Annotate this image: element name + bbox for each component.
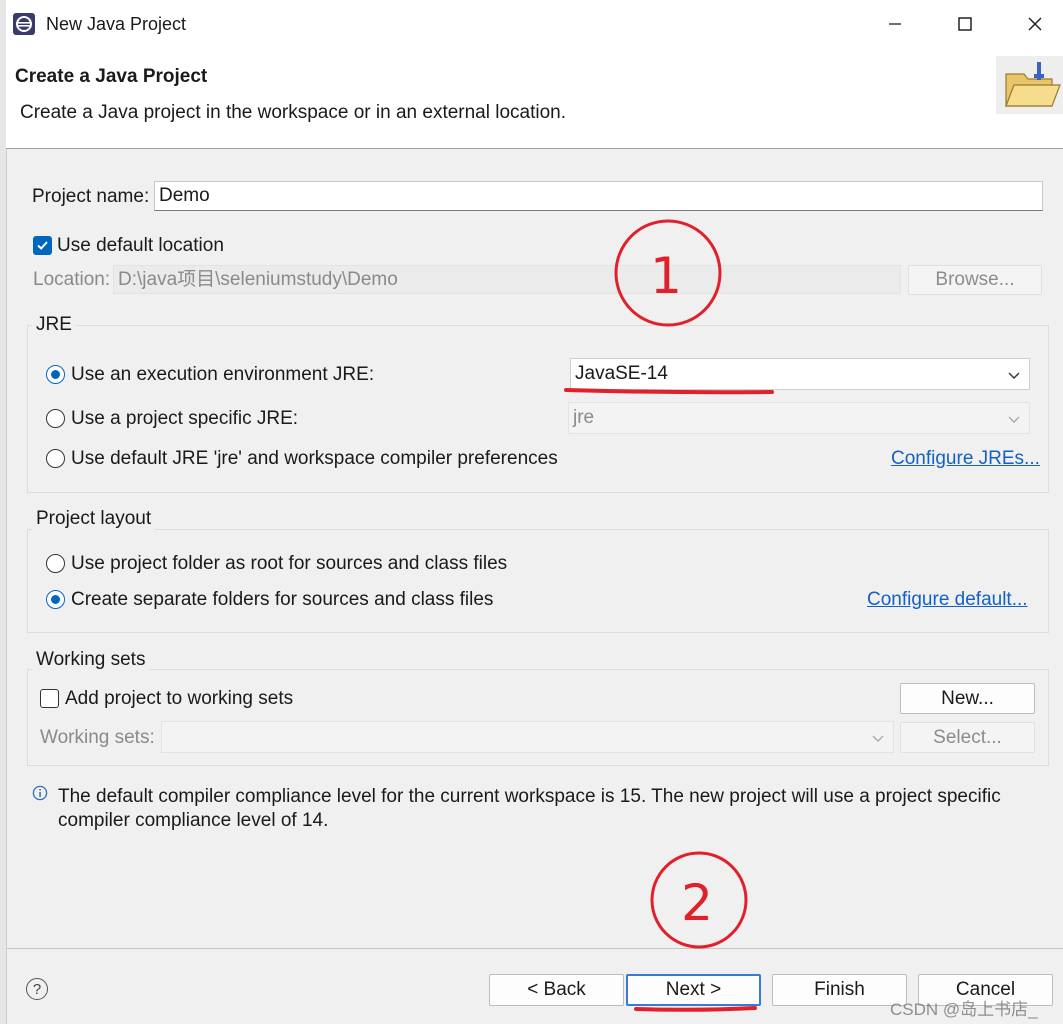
default-jre-label: Use default JRE 'jre' and workspace comp…	[71, 448, 558, 469]
layout-separate-radio[interactable]	[46, 590, 65, 609]
layout-separate-label: Create separate folders for sources and …	[71, 589, 494, 610]
configure-jres-link[interactable]: Configure JREs...	[891, 448, 1040, 470]
layout-root-radio[interactable]	[46, 554, 65, 573]
annotation-underline-next	[634, 1006, 757, 1012]
back-button[interactable]: < Back	[489, 974, 624, 1006]
help-icon: ?	[32, 980, 42, 998]
exec-env-combo[interactable]: JavaSE-14	[570, 358, 1030, 390]
exec-env-radio[interactable]	[46, 365, 65, 384]
wizard-banner-image	[996, 56, 1063, 114]
annotation-overlay: 1 2	[564, 219, 774, 1012]
chevron-down-icon	[872, 735, 884, 742]
wizard-description: Create a Java project in the workspace o…	[20, 102, 567, 123]
layout-root-label: Use project folder as root for sources a…	[71, 553, 508, 574]
location-input[interactable]: D:\java项目\seleniumstudy\Demo	[113, 265, 901, 294]
close-icon	[1028, 17, 1042, 31]
project-name-input[interactable]: Demo	[154, 181, 1043, 211]
annotation-label-2: 2	[681, 874, 713, 932]
info-message-line-2: compiler compliance level of 14.	[58, 810, 329, 831]
window-left-edge	[0, 0, 7, 1024]
select-working-sets-button[interactable]: Select...	[900, 722, 1035, 753]
working-sets-group-label: Working sets	[32, 649, 150, 671]
close-button[interactable]	[1010, 6, 1060, 42]
exec-env-label: Use an execution environment JRE:	[71, 364, 375, 385]
new-working-set-button[interactable]: New...	[900, 683, 1035, 714]
finish-button[interactable]: Finish	[772, 974, 907, 1006]
chevron-down-icon	[1008, 372, 1020, 379]
exec-env-combo-value: JavaSE-14	[575, 363, 668, 384]
eclipse-app-icon	[13, 13, 35, 35]
add-to-working-sets-label: Add project to working sets	[65, 688, 294, 709]
location-label: Location:	[33, 269, 111, 290]
chevron-down-icon	[1008, 416, 1020, 423]
wizard-banner	[6, 48, 1063, 149]
project-specific-jre-combo-value: jre	[573, 407, 595, 428]
minimize-icon	[889, 23, 901, 25]
project-name-label: Project name:	[32, 186, 150, 207]
info-icon	[32, 785, 48, 801]
maximize-button[interactable]	[940, 6, 990, 42]
use-default-location-checkbox[interactable]	[33, 236, 52, 255]
project-layout-group-label: Project layout	[32, 508, 156, 530]
footer-separator	[6, 948, 1063, 949]
maximize-icon	[958, 17, 972, 31]
info-message-line-1: The default compiler compliance level fo…	[58, 786, 1001, 807]
project-specific-jre-radio[interactable]	[46, 409, 65, 428]
working-sets-combo[interactable]	[161, 721, 894, 753]
minimize-button[interactable]	[870, 6, 920, 42]
working-sets-label: Working sets:	[40, 727, 155, 748]
project-specific-jre-label: Use a project specific JRE:	[71, 408, 299, 429]
watermark: CSDN @岛上书店_	[890, 1000, 1038, 1019]
project-specific-jre-combo[interactable]: jre	[568, 402, 1030, 434]
configure-default-link[interactable]: Configure default...	[867, 589, 1028, 611]
browse-button[interactable]: Browse...	[908, 265, 1042, 295]
add-to-working-sets-checkbox[interactable]	[40, 689, 59, 708]
project-layout-group	[27, 529, 1049, 633]
help-button[interactable]: ?	[26, 978, 48, 1000]
jre-group-label: JRE	[32, 314, 76, 336]
java-folder-icon	[1005, 62, 1061, 107]
annotation-circle-2	[650, 851, 748, 949]
default-jre-radio[interactable]	[46, 449, 65, 468]
checkmark-icon	[37, 241, 48, 250]
wizard-title: Create a Java Project	[15, 66, 208, 87]
window-title: New Java Project	[46, 14, 187, 34]
next-button[interactable]: Next >	[626, 974, 761, 1006]
use-default-location-label: Use default location	[57, 235, 224, 256]
